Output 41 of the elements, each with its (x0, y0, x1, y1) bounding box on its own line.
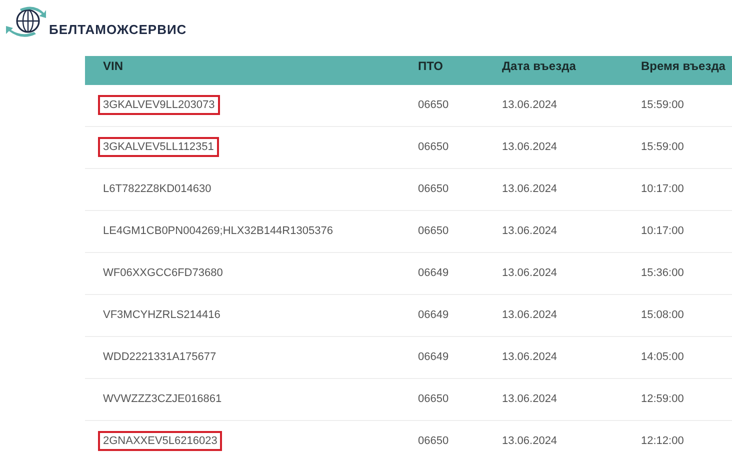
table-cell-text: 10:17:00 (641, 182, 685, 198)
table-cell-text: 13.06.2024 (502, 224, 558, 240)
column-header: VIN (103, 58, 124, 75)
vin-cell: LE4GM1CB0PN004269;HLX32B144R1305376 (103, 225, 333, 238)
table-cell-text: 15:59:00 (641, 140, 685, 156)
table-cell-text: 14:05:00 (641, 350, 685, 366)
vin-cell: 3GKALVEV9LL203073 (98, 95, 220, 116)
vin-cell: WDD2221331A175677 (103, 351, 216, 364)
table-cell-text: 10:17:00 (641, 224, 685, 240)
vin-cell: L6T7822Z8KD014630 (103, 183, 212, 196)
table-cell-text: 13.06.2024 (502, 392, 558, 408)
table-cell-text: 06650 (418, 98, 450, 114)
table-cell-text: 06650 (418, 224, 450, 240)
table-cell-text: 13.06.2024 (502, 182, 558, 198)
vin-cell: WVWZZZ3CZJE016861 (103, 393, 222, 406)
table-cell-text: 06649 (418, 308, 450, 324)
table-cell-text: 12:59:00 (641, 392, 685, 408)
column-header: Время въезда (641, 58, 726, 75)
table-cell-text: 13.06.2024 (502, 350, 558, 366)
column-header: Дата въезда (502, 58, 577, 75)
table-cell-text: 13.06.2024 (502, 266, 558, 282)
table-cell-text: 15:08:00 (641, 308, 685, 324)
table-cell-text: 13.06.2024 (502, 434, 558, 450)
table-cell-text: 06650 (418, 434, 450, 450)
table-cell-text: 06649 (418, 266, 450, 282)
table-cell-text: 13.06.2024 (502, 308, 558, 324)
table-cell-text: 13.06.2024 (502, 140, 558, 156)
vin-cell: WF06XXGCC6FD73680 (103, 267, 223, 280)
table-cell-text: 06650 (418, 140, 450, 156)
logo-text: БЕЛТАМОЖСЕРВИС (49, 20, 187, 38)
table-cell-text: 15:36:00 (641, 266, 685, 282)
column-header: ПТО (418, 58, 444, 75)
table-cell-text: 06650 (418, 392, 450, 408)
vin-cell: 3GKALVEV5LL112351 (98, 137, 219, 158)
table-cell-text: 06650 (418, 182, 450, 198)
table-cell-text: 12:12:00 (641, 434, 685, 450)
vin-cell: 2GNAXXEV5L6216023 (98, 431, 222, 452)
vin-cell: VF3MCYHZRLS214416 (103, 309, 220, 322)
table-cell-text: 15:59:00 (641, 98, 685, 114)
table-cell-text: 06649 (418, 350, 450, 366)
table-cell-text: 13.06.2024 (502, 98, 558, 114)
